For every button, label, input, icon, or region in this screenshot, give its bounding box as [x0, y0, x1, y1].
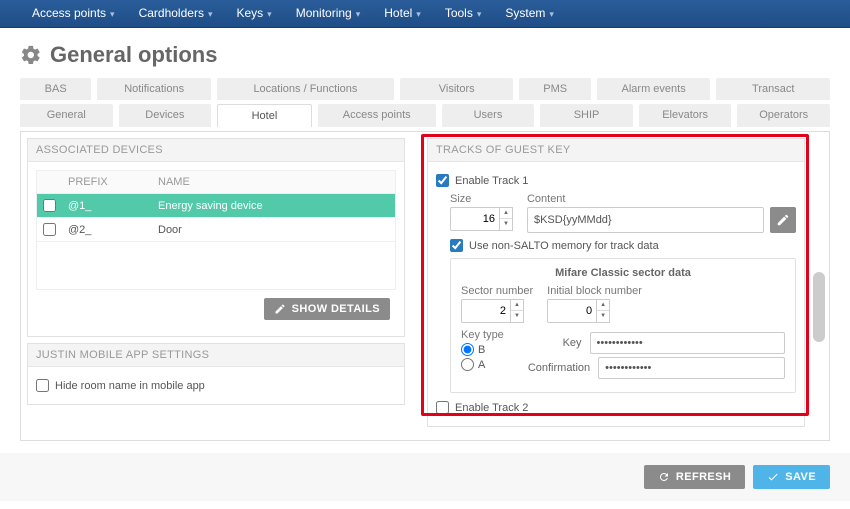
- confirmation-label: Confirmation: [528, 362, 590, 374]
- spin-down-icon[interactable]: ▼: [597, 311, 609, 321]
- gear-icon: [20, 44, 42, 66]
- table-row[interactable]: @1_ Energy saving device: [37, 194, 395, 218]
- tab-elevators[interactable]: Elevators: [639, 104, 732, 127]
- tab-access-points[interactable]: Access points: [318, 104, 436, 127]
- justin-card: JUSTIN MOBILE APP SETTINGS Hide room nam…: [27, 343, 405, 405]
- tab-visitors[interactable]: Visitors: [400, 78, 514, 100]
- save-button[interactable]: SAVE: [753, 465, 830, 489]
- tracks-card: TRACKS OF GUEST KEY Enable Track 1 Size …: [427, 138, 805, 427]
- row-checkbox[interactable]: [43, 223, 56, 236]
- non-salto-checkbox[interactable]: [450, 239, 463, 252]
- mifare-title: Mifare Classic sector data: [461, 267, 785, 279]
- nav-cardholders[interactable]: Cardholders▾: [127, 0, 225, 27]
- block-label: Initial block number: [547, 285, 642, 297]
- show-details-button[interactable]: SHOW DETAILS: [264, 298, 390, 320]
- tab-users[interactable]: Users: [442, 104, 535, 127]
- nav-tools[interactable]: Tools▾: [433, 0, 494, 27]
- row-checkbox[interactable]: [43, 199, 56, 212]
- chevron-down-icon: ▾: [549, 9, 554, 19]
- confirmation-input[interactable]: [598, 357, 785, 379]
- chevron-down-icon: ▾: [416, 9, 421, 19]
- enable-track1-row[interactable]: Enable Track 1: [436, 174, 796, 187]
- hide-room-checkbox-row[interactable]: Hide room name in mobile app: [36, 379, 396, 392]
- sector-input[interactable]: [461, 299, 511, 323]
- associated-devices-card: ASSOCIATED DEVICES PREFIX NAME: [27, 138, 405, 337]
- key-input[interactable]: [590, 332, 785, 354]
- size-label: Size: [450, 193, 513, 205]
- refresh-button[interactable]: REFRESH: [644, 465, 745, 489]
- nav-keys[interactable]: Keys▾: [224, 0, 283, 27]
- keytype-a-radio[interactable]: A: [461, 358, 504, 371]
- chevron-down-icon: ▾: [477, 9, 482, 19]
- chevron-down-icon: ▾: [110, 9, 115, 19]
- spin-up-icon[interactable]: ▲: [511, 300, 523, 311]
- block-input[interactable]: [547, 299, 597, 323]
- page-header: General options: [0, 28, 850, 78]
- keytype-label: Key type: [461, 329, 504, 341]
- size-input[interactable]: [450, 207, 500, 231]
- edit-content-button[interactable]: [770, 207, 796, 233]
- keytype-b-radio[interactable]: B: [461, 343, 504, 356]
- tab-notifications[interactable]: Notifications: [97, 78, 211, 100]
- nav-monitoring[interactable]: Monitoring▾: [284, 0, 373, 27]
- col-name[interactable]: NAME: [152, 171, 395, 194]
- refresh-icon: [658, 471, 670, 483]
- tab-general[interactable]: General: [20, 104, 113, 127]
- tab-ship[interactable]: SHIP: [540, 104, 633, 127]
- pencil-icon: [274, 303, 286, 315]
- enable-track1-checkbox[interactable]: [436, 174, 449, 187]
- content-input[interactable]: [527, 207, 764, 233]
- tab-alarm[interactable]: Alarm events: [597, 78, 711, 100]
- col-prefix[interactable]: PREFIX: [62, 171, 152, 194]
- spin-up-icon[interactable]: ▲: [597, 300, 609, 311]
- spin-down-icon[interactable]: ▼: [511, 311, 523, 321]
- tab-pms[interactable]: PMS: [519, 78, 590, 100]
- page-title: General options: [50, 42, 217, 68]
- top-nav: Access points▾ Cardholders▾ Keys▾ Monito…: [0, 0, 850, 28]
- tabs-secondary: General Devices Hotel Access points User…: [20, 104, 830, 127]
- tab-locations[interactable]: Locations / Functions: [217, 78, 394, 100]
- non-salto-row[interactable]: Use non-SALTO memory for track data: [436, 239, 796, 252]
- tab-operators[interactable]: Operators: [737, 104, 830, 127]
- tab-devices[interactable]: Devices: [119, 104, 212, 127]
- enable-track2-row[interactable]: Enable Track 2: [436, 401, 796, 414]
- card-title: JUSTIN MOBILE APP SETTINGS: [28, 344, 404, 367]
- footer: REFRESH SAVE: [0, 453, 850, 501]
- nav-access-points[interactable]: Access points▾: [20, 0, 127, 27]
- tab-hotel[interactable]: Hotel: [217, 104, 312, 127]
- content-label: Content: [527, 193, 796, 205]
- card-title: ASSOCIATED DEVICES: [28, 139, 404, 162]
- tab-bas[interactable]: BAS: [20, 78, 91, 100]
- enable-track2-checkbox[interactable]: [436, 401, 449, 414]
- chevron-down-icon: ▾: [208, 9, 213, 19]
- nav-system[interactable]: System▾: [493, 0, 566, 27]
- spin-down-icon[interactable]: ▼: [500, 219, 512, 229]
- chevron-down-icon: ▾: [356, 9, 361, 19]
- table-row[interactable]: @2_ Door: [37, 218, 395, 242]
- hide-room-checkbox[interactable]: [36, 379, 49, 392]
- sector-label: Sector number: [461, 285, 533, 297]
- check-icon: [767, 471, 779, 483]
- card-title: TRACKS OF GUEST KEY: [428, 139, 804, 162]
- key-label: Key: [528, 337, 582, 349]
- pencil-icon: [776, 213, 790, 227]
- tabs-primary: BAS Notifications Locations / Functions …: [20, 78, 830, 100]
- devices-table: PREFIX NAME @1_ Energy saving device: [37, 171, 395, 242]
- tab-transact[interactable]: Transact: [716, 78, 830, 100]
- spin-up-icon[interactable]: ▲: [500, 208, 512, 219]
- chevron-down-icon: ▾: [267, 9, 272, 19]
- nav-hotel[interactable]: Hotel▾: [372, 0, 433, 27]
